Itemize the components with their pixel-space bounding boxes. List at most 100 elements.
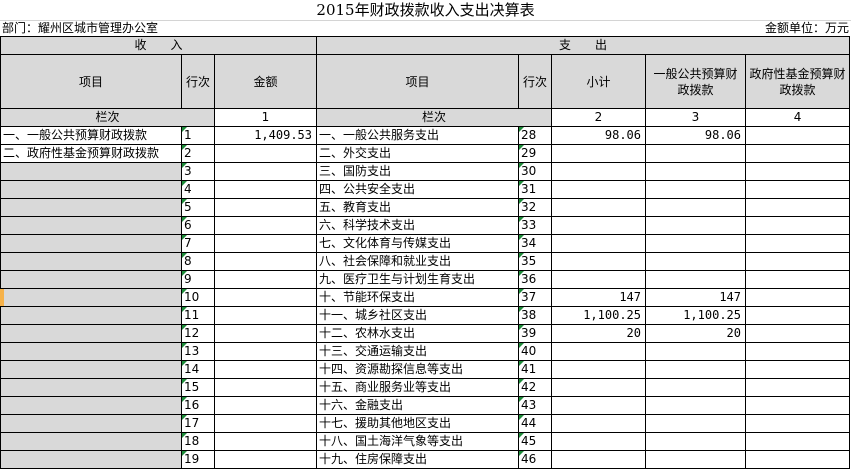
general-budget-cell[interactable] xyxy=(645,396,746,415)
general-budget-cell[interactable] xyxy=(645,216,746,235)
expense-item-cell[interactable]: 八、社会保障和就业支出 xyxy=(316,252,519,271)
expense-line-cell[interactable]: 37 xyxy=(518,288,552,307)
general-budget-cell[interactable] xyxy=(645,414,746,433)
col-number-1[interactable]: 1 xyxy=(214,108,317,127)
expense-line-cell[interactable]: 35 xyxy=(518,252,552,271)
general-budget-cell[interactable]: 1,100.25 xyxy=(645,306,746,325)
subtotal-cell[interactable]: 147 xyxy=(551,288,646,307)
expense-item-cell[interactable]: 十八、国土海洋气象等支出 xyxy=(316,432,519,451)
expense-line-cell[interactable]: 36 xyxy=(518,270,552,289)
income-line-cell[interactable]: 19 xyxy=(181,450,215,469)
general-budget-cell[interactable] xyxy=(645,342,746,361)
expense-section-header[interactable]: 支 出 xyxy=(315,36,851,55)
fund-budget-cell[interactable] xyxy=(744,126,851,145)
income-line-cell[interactable]: 6 xyxy=(181,216,215,235)
income-amount-cell[interactable] xyxy=(214,342,317,361)
subtotal-cell[interactable] xyxy=(551,414,646,433)
col-number-4[interactable]: 4 xyxy=(744,108,851,127)
subtotal-cell[interactable]: 20 xyxy=(551,324,646,343)
expense-item-cell[interactable]: 十五、商业服务业等支出 xyxy=(316,378,519,397)
income-line-cell[interactable]: 3 xyxy=(181,162,215,181)
income-amount-cell[interactable] xyxy=(214,234,317,253)
fund-budget-cell[interactable] xyxy=(744,450,851,469)
fund-budget-header[interactable]: 政府性基金预算财政拨款 xyxy=(744,54,851,109)
expense-item-cell[interactable]: 十一、城乡社区支出 xyxy=(316,306,519,325)
general-budget-cell[interactable] xyxy=(645,450,746,469)
income-line-cell[interactable]: 16 xyxy=(181,396,215,415)
income-line-cell[interactable]: 8 xyxy=(181,252,215,271)
income-item-cell[interactable] xyxy=(0,216,182,235)
general-budget-cell[interactable] xyxy=(645,162,746,181)
income-section-header[interactable]: 收 入 xyxy=(0,36,317,55)
subtotal-cell[interactable] xyxy=(551,198,646,217)
income-item-cell[interactable] xyxy=(0,270,182,289)
expense-line-cell[interactable]: 29 xyxy=(518,144,552,163)
fund-budget-cell[interactable] xyxy=(744,378,851,397)
income-line-cell[interactable]: 4 xyxy=(181,180,215,199)
income-line-cell[interactable]: 15 xyxy=(181,378,215,397)
subtotal-cell[interactable] xyxy=(551,252,646,271)
expense-item-cell[interactable]: 十二、农林水支出 xyxy=(316,324,519,343)
income-item-cell[interactable] xyxy=(0,324,182,343)
income-amount-cell[interactable] xyxy=(214,450,317,469)
expense-item-cell[interactable]: 六、科学技术支出 xyxy=(316,216,519,235)
income-line-cell[interactable]: 9 xyxy=(181,270,215,289)
subtotal-cell[interactable] xyxy=(551,216,646,235)
income-item-cell[interactable] xyxy=(0,162,182,181)
subtotal-cell[interactable]: 98.06 xyxy=(551,126,646,145)
subtotal-cell[interactable] xyxy=(551,450,646,469)
income-amount-cell[interactable] xyxy=(214,198,317,217)
fund-budget-cell[interactable] xyxy=(744,414,851,433)
subtotal-cell[interactable] xyxy=(551,378,646,397)
general-budget-cell[interactable] xyxy=(645,378,746,397)
income-amount-cell[interactable] xyxy=(214,432,317,451)
fund-budget-cell[interactable] xyxy=(744,180,851,199)
col-number-3[interactable]: 3 xyxy=(645,108,746,127)
subtotal-cell[interactable] xyxy=(551,270,646,289)
expense-line-cell[interactable]: 33 xyxy=(518,216,552,235)
expense-item-cell[interactable]: 十、节能环保支出 xyxy=(316,288,519,307)
expense-line-cell[interactable]: 46 xyxy=(518,450,552,469)
expense-item-cell[interactable]: 四、公共安全支出 xyxy=(316,180,519,199)
income-amount-cell[interactable] xyxy=(214,180,317,199)
subtotal-header[interactable]: 小计 xyxy=(551,54,646,109)
left-column-label[interactable]: 栏次 xyxy=(0,108,215,127)
income-item-cell[interactable]: 二、政府性基金预算财政拨款 xyxy=(0,144,182,163)
expense-item-header[interactable]: 项目 xyxy=(316,54,519,109)
fund-budget-cell[interactable] xyxy=(744,144,851,163)
expense-item-cell[interactable]: 一、一般公共服务支出 xyxy=(316,126,519,145)
fund-budget-cell[interactable] xyxy=(744,216,851,235)
income-amount-cell[interactable] xyxy=(214,216,317,235)
expense-line-cell[interactable]: 40 xyxy=(518,342,552,361)
income-line-header[interactable]: 行次 xyxy=(181,54,215,109)
income-item-cell[interactable] xyxy=(0,180,182,199)
general-budget-cell[interactable] xyxy=(645,234,746,253)
income-amount-cell[interactable] xyxy=(214,306,317,325)
expense-item-cell[interactable]: 十四、资源勘探信息等支出 xyxy=(316,360,519,379)
fund-budget-cell[interactable] xyxy=(744,198,851,217)
expense-line-cell[interactable]: 31 xyxy=(518,180,552,199)
income-line-cell[interactable]: 1 xyxy=(181,126,215,145)
subtotal-cell[interactable] xyxy=(551,144,646,163)
expense-line-cell[interactable]: 39 xyxy=(518,324,552,343)
expense-item-cell[interactable]: 十七、援助其他地区支出 xyxy=(316,414,519,433)
subtotal-cell[interactable]: 1,100.25 xyxy=(551,306,646,325)
general-budget-cell[interactable] xyxy=(645,252,746,271)
expense-line-cell[interactable]: 44 xyxy=(518,414,552,433)
income-amount-cell[interactable] xyxy=(214,288,317,307)
general-budget-header[interactable]: 一般公共预算财政拨款 xyxy=(645,54,746,109)
income-line-cell[interactable]: 2 xyxy=(181,144,215,163)
income-item-cell[interactable] xyxy=(0,396,182,415)
income-item-header[interactable]: 项目 xyxy=(0,54,182,109)
col-number-2[interactable]: 2 xyxy=(551,108,646,127)
expense-item-cell[interactable]: 二、外交支出 xyxy=(316,144,519,163)
subtotal-cell[interactable] xyxy=(551,180,646,199)
expense-item-cell[interactable]: 五、教育支出 xyxy=(316,198,519,217)
general-budget-cell[interactable] xyxy=(645,198,746,217)
general-budget-cell[interactable] xyxy=(645,360,746,379)
expense-line-cell[interactable]: 34 xyxy=(518,234,552,253)
expense-item-cell[interactable]: 十三、交通运输支出 xyxy=(316,342,519,361)
expense-line-cell[interactable]: 43 xyxy=(518,396,552,415)
fund-budget-cell[interactable] xyxy=(744,306,851,325)
general-budget-cell[interactable] xyxy=(645,144,746,163)
